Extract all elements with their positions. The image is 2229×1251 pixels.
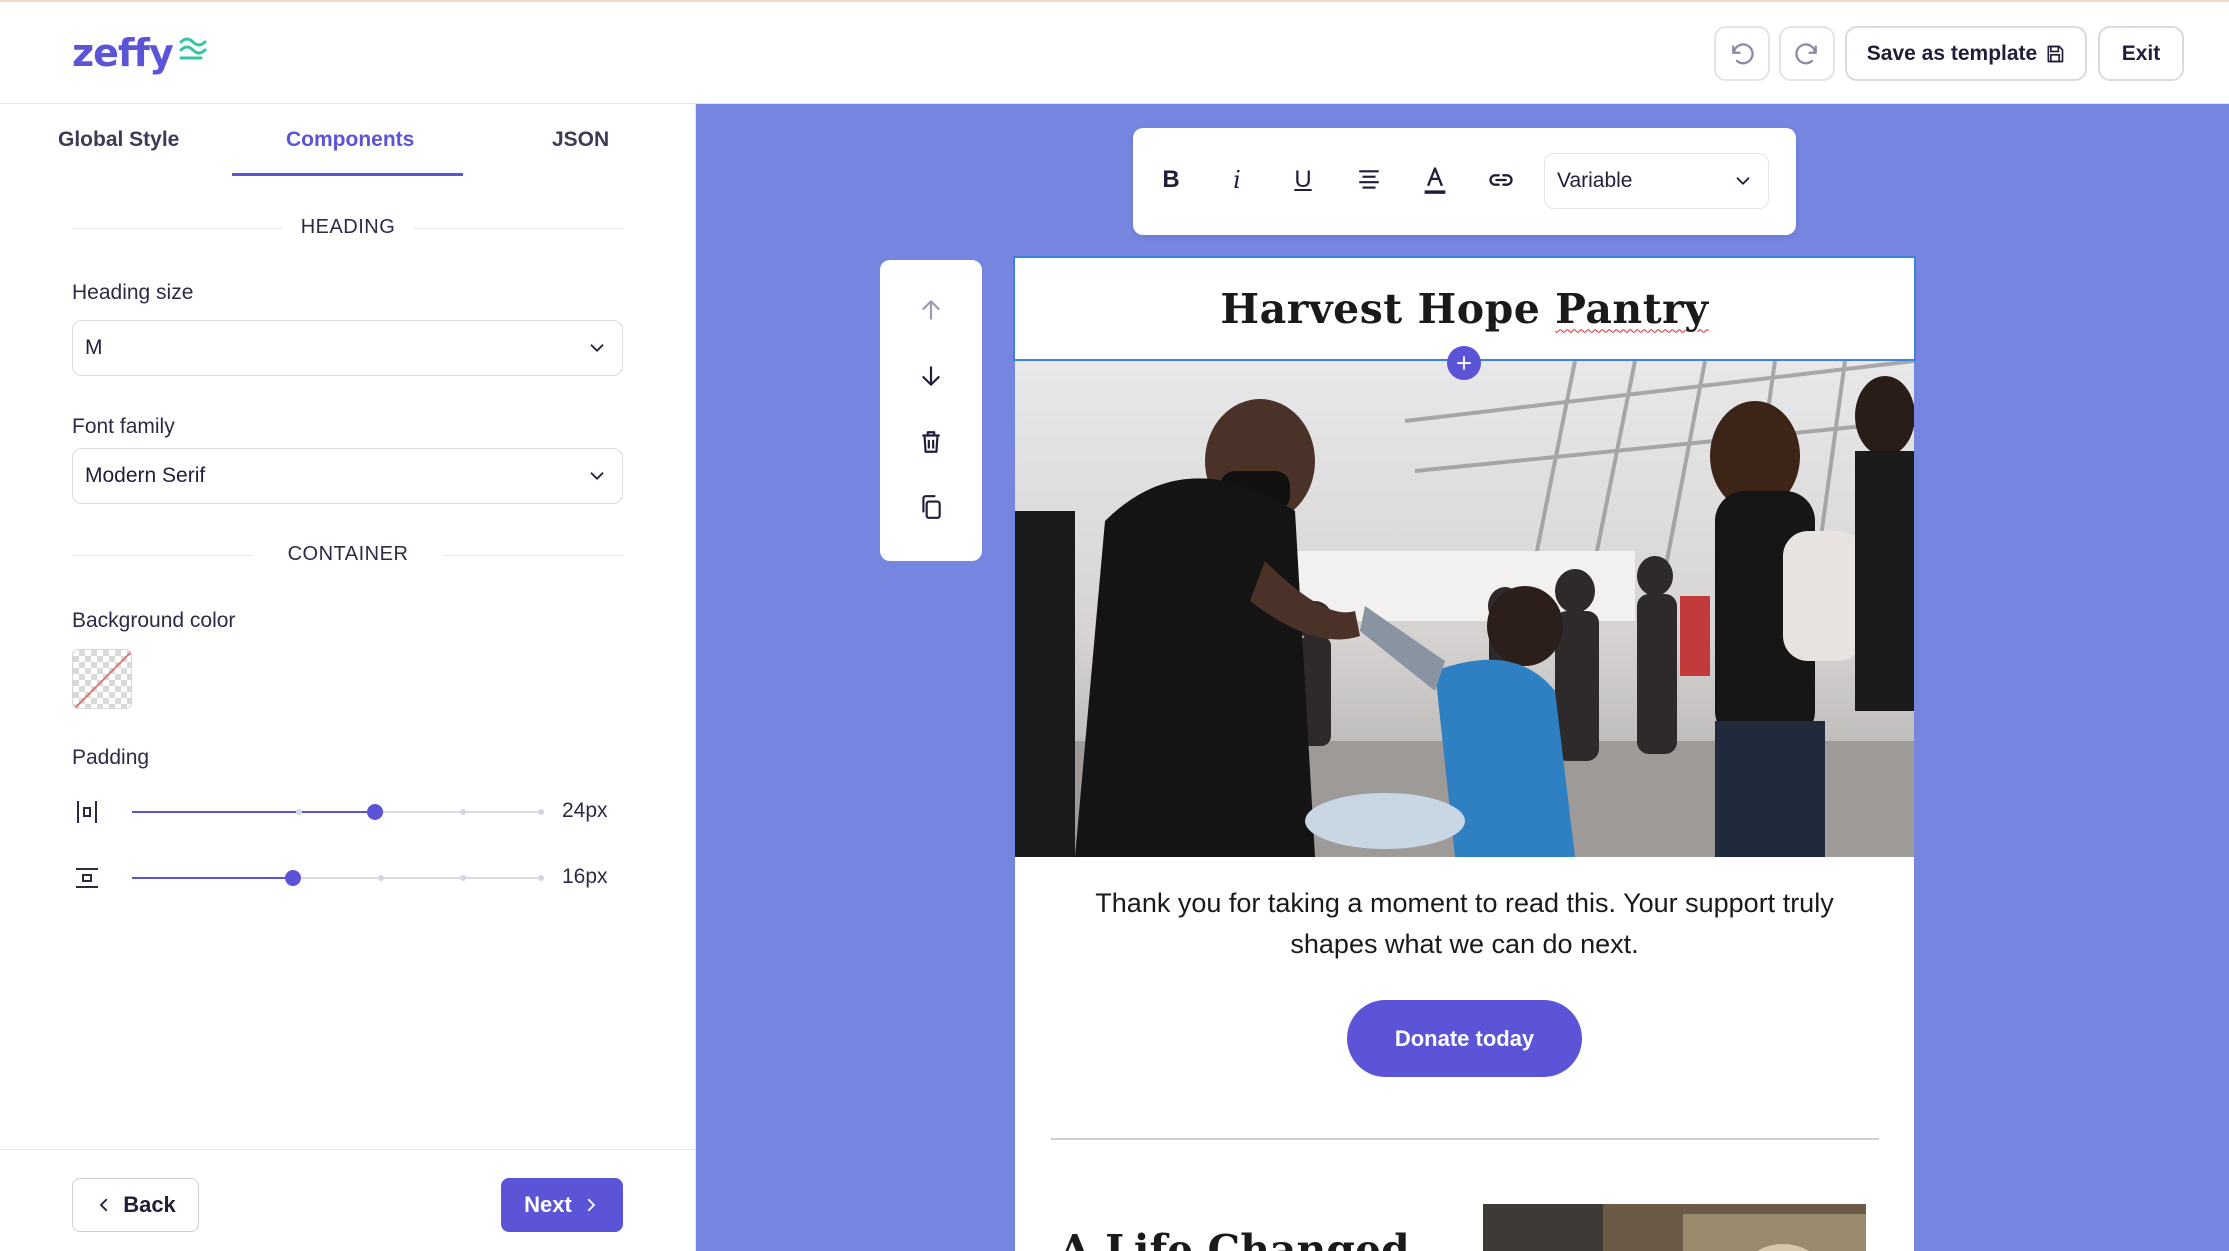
zeffy-logo[interactable]: zeffy	[72, 28, 207, 78]
next-label: Next	[524, 1192, 572, 1217]
section-divider	[1051, 1138, 1879, 1140]
trash-icon	[922, 431, 940, 453]
horizontal-padding-thumb[interactable]	[367, 804, 383, 820]
heading-text-main: Harvest Hope	[1220, 284, 1556, 333]
logo-mark-icon	[179, 37, 207, 60]
copy-icon	[922, 495, 941, 519]
vertical-padding-thumb[interactable]	[285, 870, 301, 886]
slider-tick	[460, 809, 466, 815]
panel-footer: Back Next	[0, 1149, 696, 1251]
donate-button[interactable]: Donate today	[1347, 1000, 1582, 1077]
align-center-button[interactable]	[1347, 158, 1391, 202]
chevron-down-icon	[590, 472, 604, 480]
tab-components[interactable]: Components	[286, 128, 414, 152]
panel-tabs: Global Style Components JSON	[0, 104, 696, 176]
exit-button[interactable]: Exit	[2098, 26, 2184, 81]
heading-section-title: HEADING	[72, 216, 624, 239]
slider-tick	[538, 809, 544, 815]
chevron-down-icon	[590, 344, 604, 352]
floppy-disk-icon	[2047, 45, 2064, 62]
active-tab-indicator	[232, 173, 463, 176]
email-body-text[interactable]: Thank you for taking a moment to read th…	[1055, 883, 1874, 965]
align-center-icon	[1359, 170, 1379, 189]
back-label: Back	[123, 1192, 176, 1217]
vertical-padding-row: 16px	[72, 863, 632, 893]
vertical-padding-value: 16px	[562, 865, 608, 888]
horizontal-padding-icon	[77, 801, 97, 823]
underline-button[interactable]: U	[1281, 158, 1325, 202]
save-as-template-label: Save as template	[1866, 41, 2038, 65]
story-photo-image	[1483, 1204, 1866, 1251]
top-bar: zeffy Save as template Exit	[0, 0, 2229, 104]
duplicate-block-button[interactable]	[917, 493, 945, 521]
email-canvas: B i U Variable Harvest Hope Pantry Thank…	[696, 104, 2229, 1251]
undo-icon	[1732, 42, 1754, 64]
font-family-label: Font family	[72, 415, 175, 438]
heading-misspelled-word: Pantry	[1555, 284, 1709, 333]
font-family-select[interactable]: Modern Serif	[72, 448, 623, 504]
horizontal-padding-slider[interactable]	[132, 804, 544, 820]
hero-photo[interactable]	[1015, 361, 1914, 857]
food-pantry-crowd-photo	[1015, 361, 1914, 857]
text-color-icon	[1424, 167, 1446, 194]
arrow-down-icon	[922, 366, 940, 386]
variable-select-label: Variable	[1557, 169, 1633, 192]
chevron-right-icon	[587, 1198, 595, 1212]
vertical-padding-slider[interactable]	[132, 870, 544, 886]
plus-icon	[1457, 356, 1471, 370]
chevron-down-icon	[1736, 177, 1750, 185]
move-down-button[interactable]	[917, 362, 945, 390]
add-block-button[interactable]	[1447, 346, 1481, 380]
heading-size-label: Heading size	[72, 281, 194, 304]
save-as-template-button[interactable]: Save as template	[1845, 26, 2087, 81]
slider-tick	[460, 875, 466, 881]
story-photo[interactable]	[1483, 1204, 1866, 1251]
background-color-swatch[interactable]	[72, 649, 132, 709]
redo-icon	[1795, 42, 1817, 64]
font-family-value: Modern Serif	[85, 464, 206, 487]
bold-button[interactable]: B	[1149, 158, 1193, 202]
undo-button[interactable]	[1714, 26, 1770, 81]
container-section-title: CONTAINER	[72, 543, 624, 566]
vertical-padding-icon	[76, 868, 98, 888]
italic-button[interactable]: i	[1215, 158, 1259, 202]
variable-select[interactable]: Variable	[1544, 153, 1769, 209]
email-heading[interactable]: Harvest Hope Pantry	[1220, 285, 1708, 333]
slider-tick	[378, 875, 384, 881]
chevron-left-icon	[100, 1198, 108, 1212]
logo-text: zeffy	[72, 31, 174, 75]
heading-size-select[interactable]: M	[72, 320, 623, 376]
redo-button[interactable]	[1779, 26, 1835, 81]
block-actions-panel	[880, 260, 982, 561]
link-button[interactable]	[1479, 158, 1523, 202]
next-button[interactable]: Next	[501, 1178, 623, 1232]
slider-tick	[538, 875, 544, 881]
vertical-padding-fill	[132, 877, 293, 879]
move-up-button[interactable]	[917, 296, 945, 324]
tab-json[interactable]: JSON	[552, 128, 609, 152]
email-preview: Harvest Hope Pantry Thank you for taking…	[1013, 256, 1916, 1251]
text-format-toolbar: B i U Variable	[1133, 128, 1796, 235]
horizontal-padding-value: 24px	[562, 799, 608, 822]
slider-tick	[296, 809, 302, 815]
background-color-label: Background color	[72, 609, 236, 632]
no-color-slash-icon	[73, 650, 131, 708]
tab-global-style[interactable]: Global Style	[58, 128, 179, 152]
left-panel: Global Style Components JSON HEADING Hea…	[0, 104, 696, 1251]
exit-label: Exit	[2121, 41, 2161, 65]
delete-block-button[interactable]	[917, 428, 945, 456]
horizontal-padding-fill	[132, 811, 375, 813]
back-button[interactable]: Back	[72, 1178, 199, 1232]
arrow-up-icon	[922, 300, 940, 320]
text-color-button[interactable]	[1413, 158, 1457, 202]
link-icon	[1489, 174, 1513, 186]
horizontal-padding-row: 24px	[72, 797, 632, 827]
padding-label: Padding	[72, 746, 150, 769]
story-heading-partial[interactable]: A Life Changed	[1059, 1226, 1410, 1251]
heading-size-value: M	[85, 336, 103, 359]
